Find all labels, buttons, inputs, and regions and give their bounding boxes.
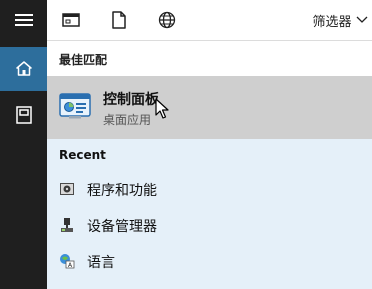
documents-filter-button[interactable] [107,8,131,32]
filter-label: 筛选器 [312,14,352,30]
file-icon [112,11,126,29]
best-match-header: 最佳匹配 [59,53,108,67]
apps-icon [62,13,80,27]
hamburger-icon [14,14,33,26]
apps-filter-button[interactable] [59,8,83,32]
recent-item-label: 设备管理器 [87,219,157,235]
recent-item-device-manager[interactable]: 设备管理器 [47,208,372,242]
mouse-cursor-icon [155,98,169,119]
chevron-down-icon [356,16,367,23]
document-icon [15,106,32,124]
home-icon [15,61,32,76]
left-rail [0,0,47,289]
language-icon: A [60,254,75,269]
device-manager-icon [61,218,73,232]
best-match-result[interactable]: 控制面板 桌面应用 [47,76,372,139]
recent-header: Recent [59,148,106,162]
recent-item-programs-features[interactable]: 程序和功能 [47,172,372,206]
recent-item-label: 语言 [87,255,115,271]
documents-button[interactable] [0,93,47,137]
home-button[interactable] [0,47,47,91]
web-filter-button[interactable] [155,8,179,32]
best-match-subtitle: 桌面应用 [103,113,152,127]
menu-button[interactable] [0,0,47,40]
best-match-title: 控制面板 [103,92,159,108]
control-panel-icon [59,93,91,119]
top-toolbar: 筛选器 [47,0,372,41]
best-match-section: 最佳匹配 [47,41,372,76]
recent-item-language[interactable]: A 语言 [47,244,372,278]
recent-item-label: 程序和功能 [87,183,157,199]
globe-icon [158,11,176,29]
programs-features-icon [60,183,74,195]
filter-dropdown[interactable]: 筛选器 [308,0,372,40]
recent-section: Recent 程序和功能 设备管理器 A 语言 [47,139,372,289]
